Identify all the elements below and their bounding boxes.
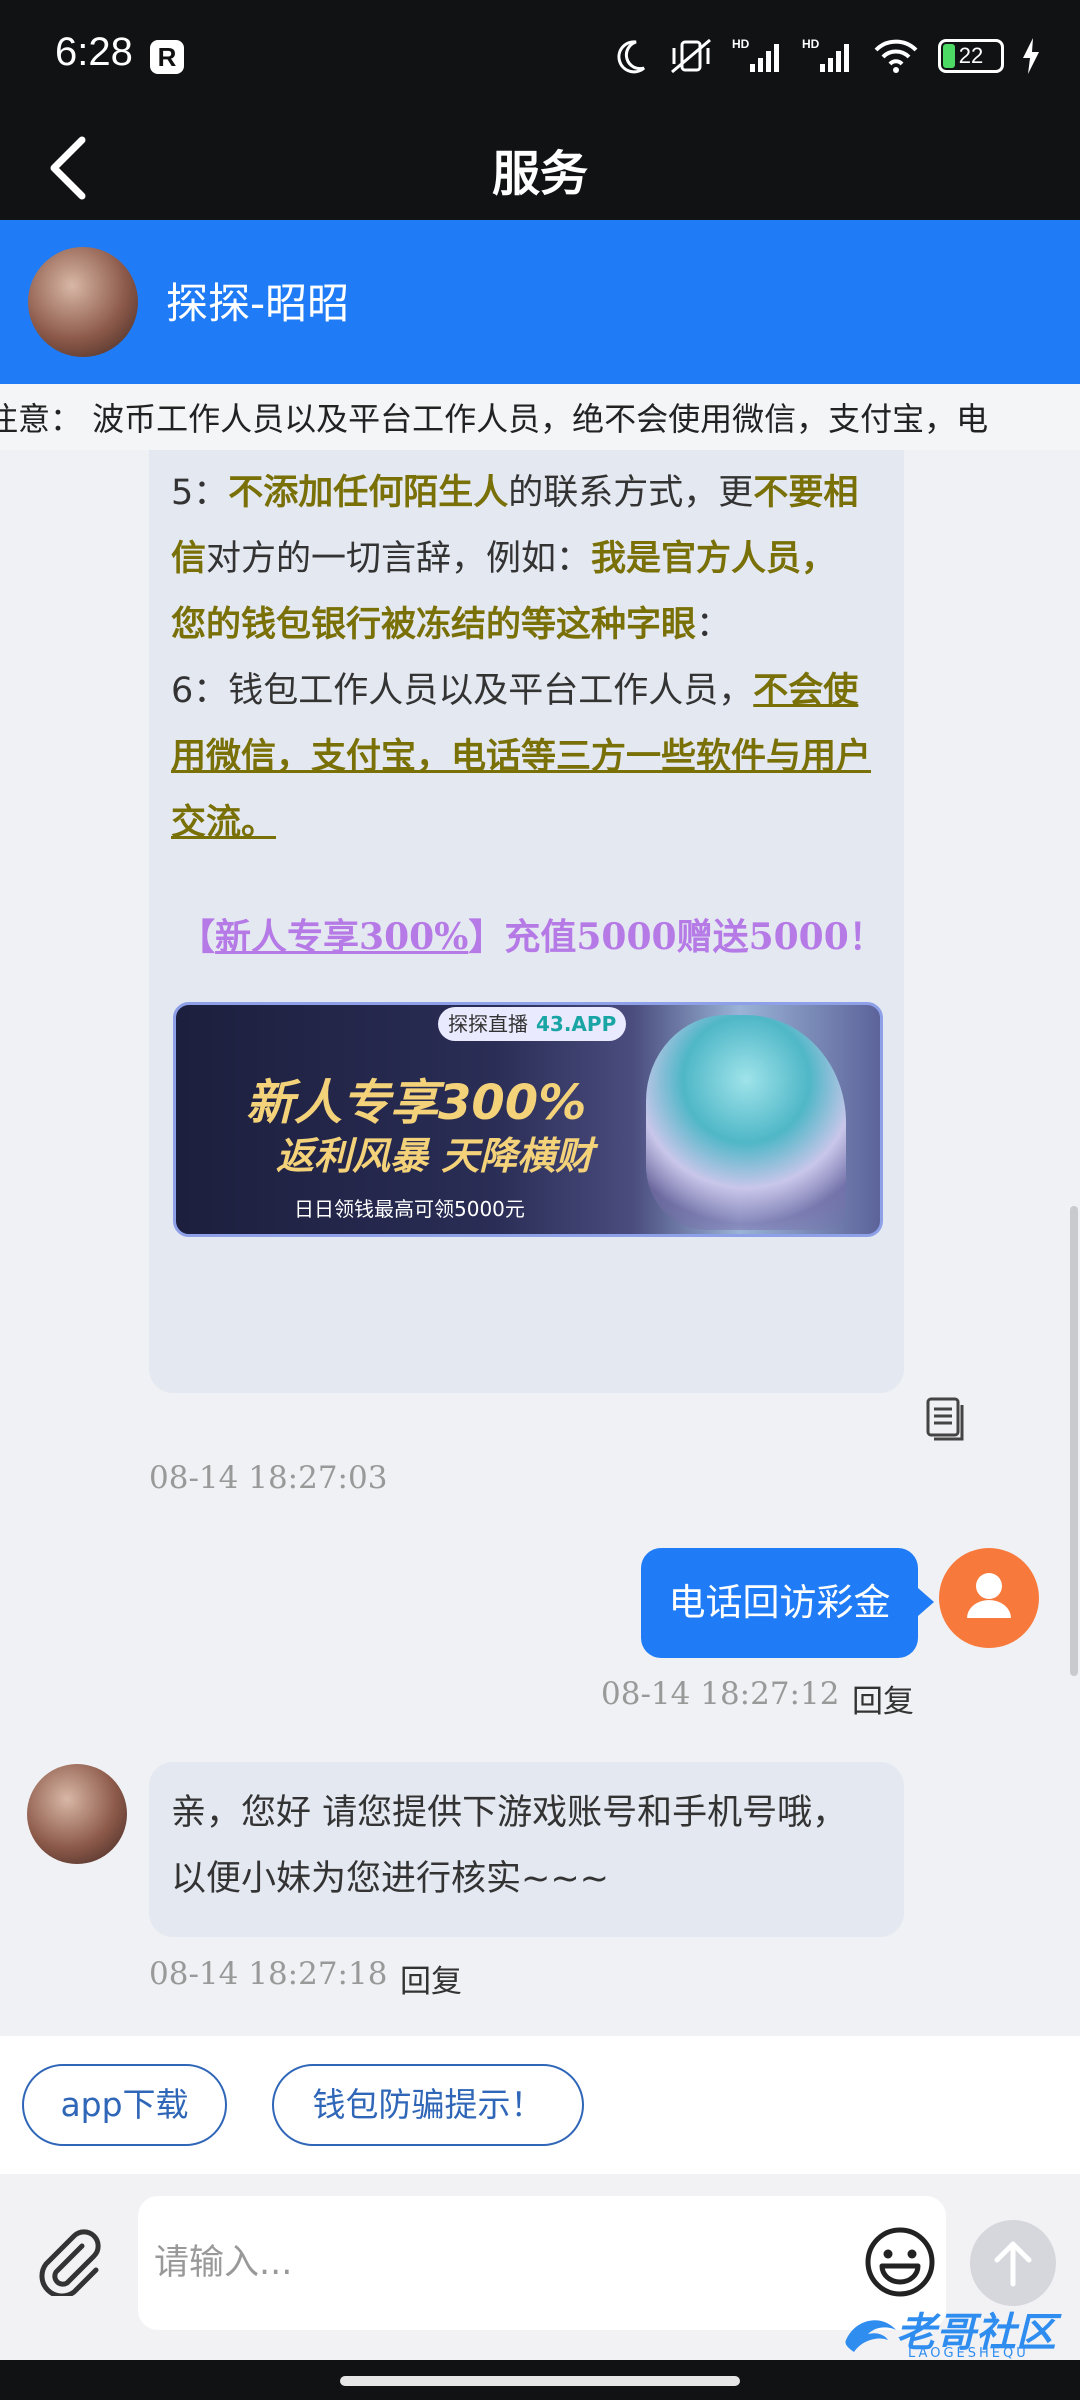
paperclip-icon[interactable] bbox=[34, 2226, 104, 2296]
page-title: 服务 bbox=[491, 146, 588, 202]
wifi-icon bbox=[874, 39, 918, 73]
banner-chip-label: 探探直播 bbox=[448, 1012, 528, 1036]
chat-scroll-area[interactable]: 5：不添加任何陌生人的联系方式，更不要相信对方的一切言辞，例如：我是官方人员，您… bbox=[0, 450, 1080, 2036]
copy-icon[interactable] bbox=[924, 1397, 966, 1443]
app-download-button[interactable]: app下载 bbox=[22, 2064, 227, 2146]
agent-message-bubble: 亲，您好 请您提供下游戏账号和手机号哦，以便小妹为您进行核实~~~ bbox=[149, 1762, 904, 1937]
banner-footnote: 日日领钱最高可领5000元 bbox=[294, 1197, 525, 1221]
reply-link[interactable]: 回复 bbox=[852, 1676, 914, 1721]
svg-text:HD: HD bbox=[732, 37, 750, 51]
hd-signal-icon: HD bbox=[802, 37, 849, 72]
banner-chip-domain: 43.APP bbox=[536, 1012, 617, 1036]
app-badge: R bbox=[150, 40, 184, 74]
message-text: 5：不添加任何陌生人的联系方式，更不要相信对方的一切言辞，例如：我是官方人员，您… bbox=[171, 460, 871, 856]
vibrate-off-icon bbox=[671, 38, 711, 74]
status-time: 6:28 bbox=[55, 30, 133, 74]
agent-name: 探探-昭昭 bbox=[166, 279, 350, 328]
promo-banner-image[interactable]: 探探直播 43.APP 新人专享300% 返利风暴 天降横财 日日领钱最高可领50… bbox=[173, 1002, 883, 1237]
system-nav-bar bbox=[0, 2360, 1080, 2400]
promo-line: 【新人专享300%】充值5000赠送5000！ bbox=[179, 908, 885, 960]
person-icon bbox=[967, 1573, 1011, 1618]
text-fragment: 5： bbox=[171, 473, 229, 513]
promo-link[interactable]: 新人专享300% bbox=[215, 916, 468, 958]
agent-avatar[interactable] bbox=[27, 1764, 127, 1864]
battery-icon: 22 bbox=[938, 39, 1004, 73]
watermark-logo: 老哥社区 LAOGESHEQU bbox=[838, 2300, 1068, 2366]
user-avatar[interactable] bbox=[939, 1548, 1039, 1648]
message-timestamp: 08-14 18:27:12 bbox=[601, 1676, 840, 1712]
svg-text:HD: HD bbox=[802, 37, 820, 51]
scrollbar[interactable] bbox=[1070, 1206, 1078, 1676]
message-input[interactable] bbox=[138, 2196, 946, 2330]
user-message-bubble: 电话回访彩金 bbox=[641, 1548, 934, 1658]
send-button[interactable] bbox=[970, 2220, 1056, 2306]
text-fragment: 的联系方式，更 bbox=[508, 473, 754, 513]
text-fragment: 6：钱包工作人员以及平台工作人员， bbox=[171, 671, 754, 711]
banner-headline: 新人专享300% bbox=[246, 1075, 587, 1131]
quick-actions-bar: app下载 钱包防骗提示！ bbox=[0, 2036, 1080, 2174]
promo-text: 】充值5000赠送5000！ bbox=[468, 916, 885, 958]
hd-signal-icon: HD bbox=[732, 37, 779, 72]
banner-character-image bbox=[646, 1015, 846, 1230]
reply-link[interactable]: 回复 bbox=[400, 1956, 462, 2001]
status-icons: HD HD 22 bbox=[610, 34, 1040, 78]
arrow-up-icon bbox=[994, 2241, 1032, 2287]
banner-chip: 探探直播 43.APP bbox=[438, 1007, 627, 1041]
message-text: 亲，您好 请您提供下游戏账号和手机号哦，以便小妹为您进行核实~~~ bbox=[171, 1793, 848, 1899]
charging-icon bbox=[1023, 38, 1039, 74]
notice-text: 注意： 波币工作人员以及平台工作人员，绝不会使用微信，支付宝，电 bbox=[0, 400, 989, 438]
text-fragment: 对方的一切言辞，例如： bbox=[206, 539, 592, 579]
message-timestamp: 08-14 18:27:18 bbox=[149, 1956, 388, 1992]
notice-marquee: 注意： 波币工作人员以及平台工作人员，绝不会使用微信，支付宝，电 bbox=[0, 384, 1080, 450]
highlight-text: 不添加任何陌生人 bbox=[228, 473, 509, 513]
battery-fill bbox=[943, 44, 956, 68]
promo-bracket: 【 bbox=[179, 916, 216, 958]
text-fragment: ： bbox=[696, 605, 732, 645]
agent-message-bubble: 5：不添加任何陌生人的联系方式，更不要相信对方的一切言辞，例如：我是官方人员，您… bbox=[149, 450, 904, 1393]
home-gesture-pill[interactable] bbox=[340, 2376, 740, 2386]
moon-icon bbox=[617, 40, 646, 74]
agent-avatar[interactable] bbox=[28, 247, 138, 357]
agent-header: 探探-昭昭 bbox=[0, 220, 1080, 384]
watermark-subtitle: LAOGESHEQU bbox=[908, 2346, 1029, 2361]
status-bar: 6:28 R HD HD 22 bbox=[0, 0, 1080, 116]
battery-level-text: 22 bbox=[958, 43, 984, 68]
wallet-scam-tips-button[interactable]: 钱包防骗提示！ bbox=[272, 2064, 584, 2146]
emoji-icon[interactable] bbox=[864, 2226, 936, 2298]
banner-subline: 返利风暴 天降横财 bbox=[276, 1134, 594, 1178]
title-bar: 服务 bbox=[0, 116, 1080, 220]
dragon-logo-icon bbox=[845, 2320, 896, 2352]
message-timestamp: 08-14 18:27:03 bbox=[149, 1460, 388, 1496]
